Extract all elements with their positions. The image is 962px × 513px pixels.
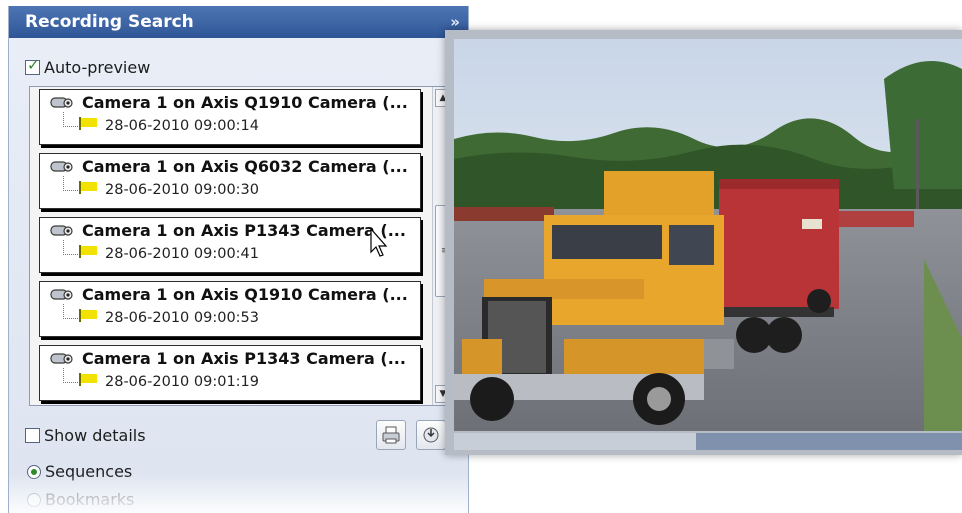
flag-icon (79, 245, 97, 258)
camera-icon (50, 289, 73, 300)
print-button[interactable] (376, 420, 406, 450)
recording-timestamp: 28-06-2010 09:00:14 (105, 118, 259, 134)
preview-progress-bar[interactable] (454, 433, 962, 450)
recording-item[interactable]: Camera 1 on Axis P1343 Camera (... 28-06… (39, 217, 421, 273)
camera-icon (50, 225, 73, 236)
export-button[interactable] (416, 420, 446, 450)
recording-search-panel: Recording Search » Auto-preview Camera 1… (8, 6, 469, 513)
preview-progress-fill (696, 433, 962, 450)
flag-icon (79, 373, 97, 386)
auto-preview-checkbox[interactable]: Auto-preview (25, 56, 151, 77)
camera-icon (50, 97, 73, 108)
recording-camera-name: Camera 1 on Axis Q1910 Camera (... (82, 285, 408, 304)
camera-icon (50, 353, 73, 364)
panel-title: Recording Search (25, 12, 194, 32)
auto-preview-label: Auto-preview (44, 58, 151, 77)
recording-timestamp: 28-06-2010 09:01:19 (105, 374, 259, 390)
recording-timestamp: 28-06-2010 09:00:30 (105, 182, 259, 198)
export-icon (423, 427, 439, 443)
flag-icon (79, 181, 97, 194)
print-icon (382, 426, 400, 444)
sequences-label: Sequences (45, 462, 133, 481)
recording-camera-name: Camera 1 on Axis P1343 Camera (... (82, 349, 406, 368)
recording-item[interactable]: Camera 1 on Axis Q6032 Camera (... 28-06… (39, 153, 421, 209)
camera-icon (50, 161, 73, 172)
recording-item[interactable]: Camera 1 on Axis P1343 Camera (... 28-06… (39, 345, 421, 401)
recording-item[interactable]: Camera 1 on Axis Q1910 Camera (... 28-06… (39, 89, 421, 145)
recording-camera-name: Camera 1 on Axis Q1910 Camera (... (82, 93, 408, 112)
recording-list[interactable]: Camera 1 on Axis Q1910 Camera (... 28-06… (29, 86, 455, 406)
checkbox-unchecked[interactable] (25, 428, 40, 443)
flag-icon (79, 309, 97, 322)
flag-icon (79, 117, 97, 130)
mouse-cursor-icon (370, 228, 388, 257)
radio-unselected[interactable] (27, 492, 41, 507)
show-details-label: Show details (44, 426, 146, 445)
tree-connector (63, 240, 78, 255)
tree-connector (63, 368, 78, 383)
recording-timestamp: 28-06-2010 09:00:41 (105, 246, 259, 262)
checkbox-checked[interactable] (25, 56, 40, 75)
video-preview-image (454, 39, 962, 431)
panel-header[interactable]: Recording Search » (9, 6, 468, 38)
radio-selected[interactable] (27, 464, 41, 479)
recording-timestamp: 28-06-2010 09:00:53 (105, 310, 259, 326)
tree-connector (63, 112, 78, 127)
tree-connector (63, 304, 78, 319)
bookmarks-label: Bookmarks (45, 490, 135, 509)
tree-connector (63, 176, 78, 191)
recording-camera-name: Camera 1 on Axis Q6032 Camera (... (82, 157, 408, 176)
recording-item[interactable]: Camera 1 on Axis Q1910 Camera (... 28-06… (39, 281, 421, 337)
sequences-radio[interactable]: Sequences (27, 462, 132, 481)
bookmarks-radio[interactable]: Bookmarks (27, 490, 134, 509)
video-preview-window (445, 30, 962, 455)
show-details-checkbox[interactable]: Show details (25, 426, 146, 445)
recording-camera-name: Camera 1 on Axis P1343 Camera (... (82, 221, 406, 240)
